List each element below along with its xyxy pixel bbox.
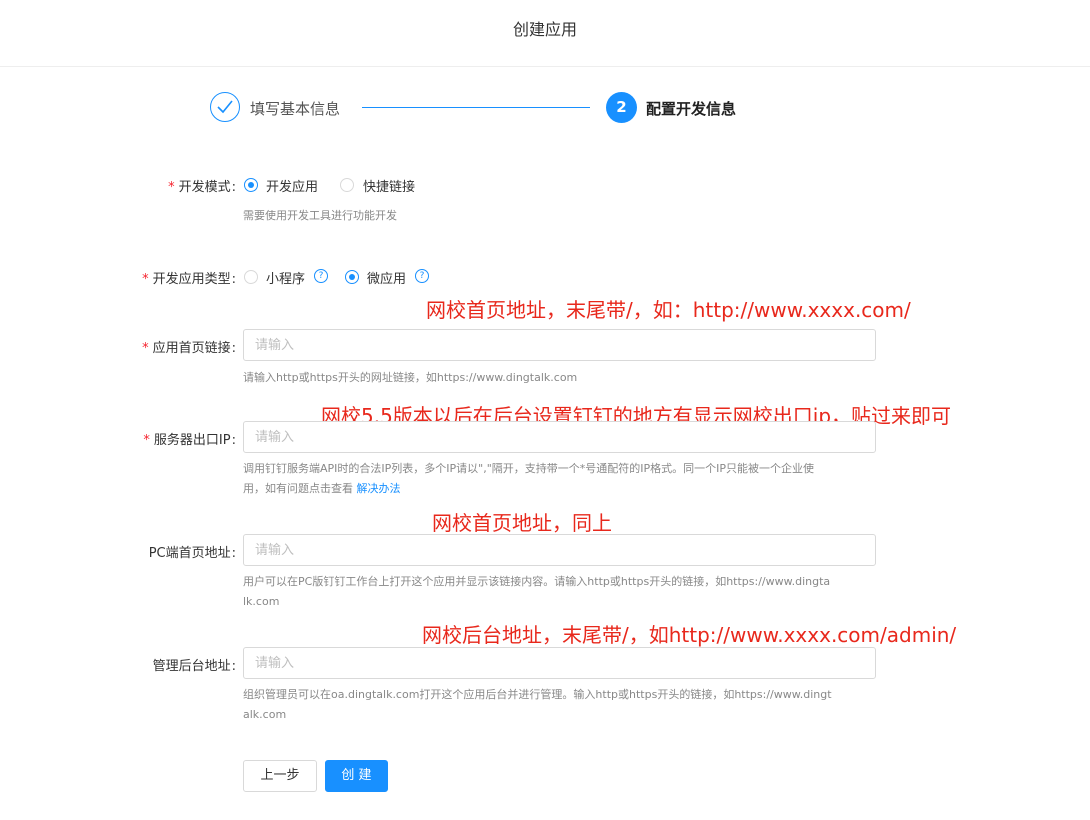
admin-url-input[interactable]	[243, 647, 876, 679]
server-ip-input[interactable]	[243, 421, 876, 453]
step-1-label: 填写基本信息	[250, 100, 341, 118]
home-link-input[interactable]	[243, 329, 876, 361]
solution-link[interactable]: 解决办法	[357, 482, 401, 495]
annotation-pc-home: 网校首页地址，同上	[432, 511, 612, 535]
dev-mode-radio-dev-app[interactable]	[244, 178, 258, 192]
app-type-option-micro-app[interactable]: 微应用	[367, 268, 406, 287]
app-type-label: * 开发应用类型:	[142, 272, 236, 287]
step-2-number: 2	[606, 92, 637, 123]
page-title: 创建应用	[512, 20, 577, 39]
admin-url-label: 管理后台地址:	[152, 659, 236, 674]
dev-mode-option-dev-app[interactable]: 开发应用	[266, 176, 318, 195]
dev-mode-label: * 开发模式:	[168, 180, 236, 195]
step-2-label: 配置开发信息	[646, 100, 737, 118]
home-link-hint: 请输入http或https开头的网址链接，如https://www.dingta…	[243, 371, 578, 384]
annotation-admin-url: 网校后台地址，末尾带/，如http://www.xxxx.com/admin/	[422, 623, 957, 647]
annotation-home-url: 网校首页地址，末尾带/，如：http://www.xxxx.com/	[426, 298, 911, 322]
dev-mode-hint: 需要使用开发工具进行功能开发	[243, 209, 397, 222]
step-1-check-icon	[210, 92, 240, 122]
pc-home-label: PC端首页地址:	[148, 546, 236, 561]
server-ip-hint: 调用钉钉服务端API时的合法IP列表，多个IP请以","隔开，支持带一个*号通配…	[243, 462, 815, 495]
pc-home-input[interactable]	[243, 534, 876, 566]
app-type-radio-mini-program[interactable]	[244, 270, 258, 284]
step-connector	[362, 107, 590, 108]
mini-program-help-icon[interactable]: ?	[314, 269, 328, 283]
server-ip-label: * 服务器出口IP:	[143, 433, 236, 448]
admin-url-hint: 组织管理员可以在oa.dingtalk.com打开这个应用后台并进行管理。输入h…	[243, 688, 832, 721]
home-link-label: * 应用首页链接:	[142, 341, 236, 356]
pc-home-hint: 用户可以在PC版钉钉工作台上打开这个应用并显示该链接内容。请输入http或htt…	[243, 575, 831, 608]
prev-step-button[interactable]: 上一步	[243, 760, 317, 792]
create-button[interactable]: 创 建	[325, 760, 388, 792]
dev-mode-option-quick-link[interactable]: 快捷链接	[363, 176, 415, 195]
app-type-radio-micro-app[interactable]	[345, 270, 359, 284]
micro-app-help-icon[interactable]: ?	[415, 269, 429, 283]
dev-mode-radio-quick-link[interactable]	[340, 178, 354, 192]
header-divider	[0, 66, 1090, 67]
app-type-option-mini-program[interactable]: 小程序	[266, 268, 305, 287]
